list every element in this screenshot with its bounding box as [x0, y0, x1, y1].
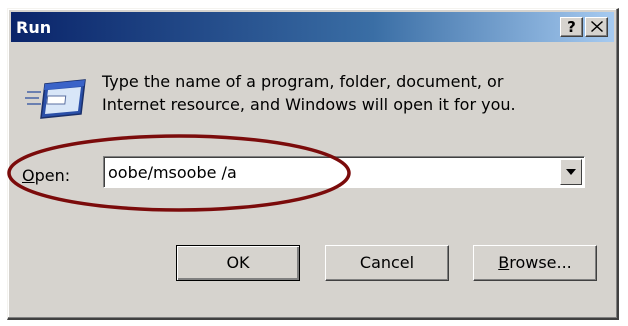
cancel-button[interactable]: Cancel	[325, 245, 449, 281]
help-button[interactable]: ?	[560, 17, 583, 37]
window-title: Run	[16, 18, 52, 37]
browse-label: rowse...	[509, 253, 572, 272]
description: Type the name of a program, folder, docu…	[102, 70, 582, 116]
run-icon	[25, 79, 86, 119]
description-line-2: Internet resource, and Windows will open…	[102, 95, 516, 114]
open-label-mnemonic: O	[22, 166, 35, 185]
close-button[interactable]	[585, 17, 608, 37]
open-label: Open:	[22, 166, 70, 185]
chevron-down-icon	[566, 169, 576, 175]
browse-button[interactable]: Browse...	[473, 245, 597, 281]
close-icon	[590, 21, 603, 32]
open-input[interactable]	[108, 159, 548, 185]
title-bar[interactable]: Run ?	[11, 12, 614, 42]
open-label-text: pen:	[34, 166, 71, 185]
page: Run ? Type the name of a program, folder…	[0, 0, 628, 326]
browse-mnemonic: B	[498, 253, 510, 272]
open-combobox[interactable]	[103, 156, 585, 188]
description-line-1: Type the name of a program, folder, docu…	[102, 72, 504, 91]
ok-button[interactable]: OK	[176, 245, 300, 281]
combo-dropdown-button[interactable]	[560, 159, 582, 185]
